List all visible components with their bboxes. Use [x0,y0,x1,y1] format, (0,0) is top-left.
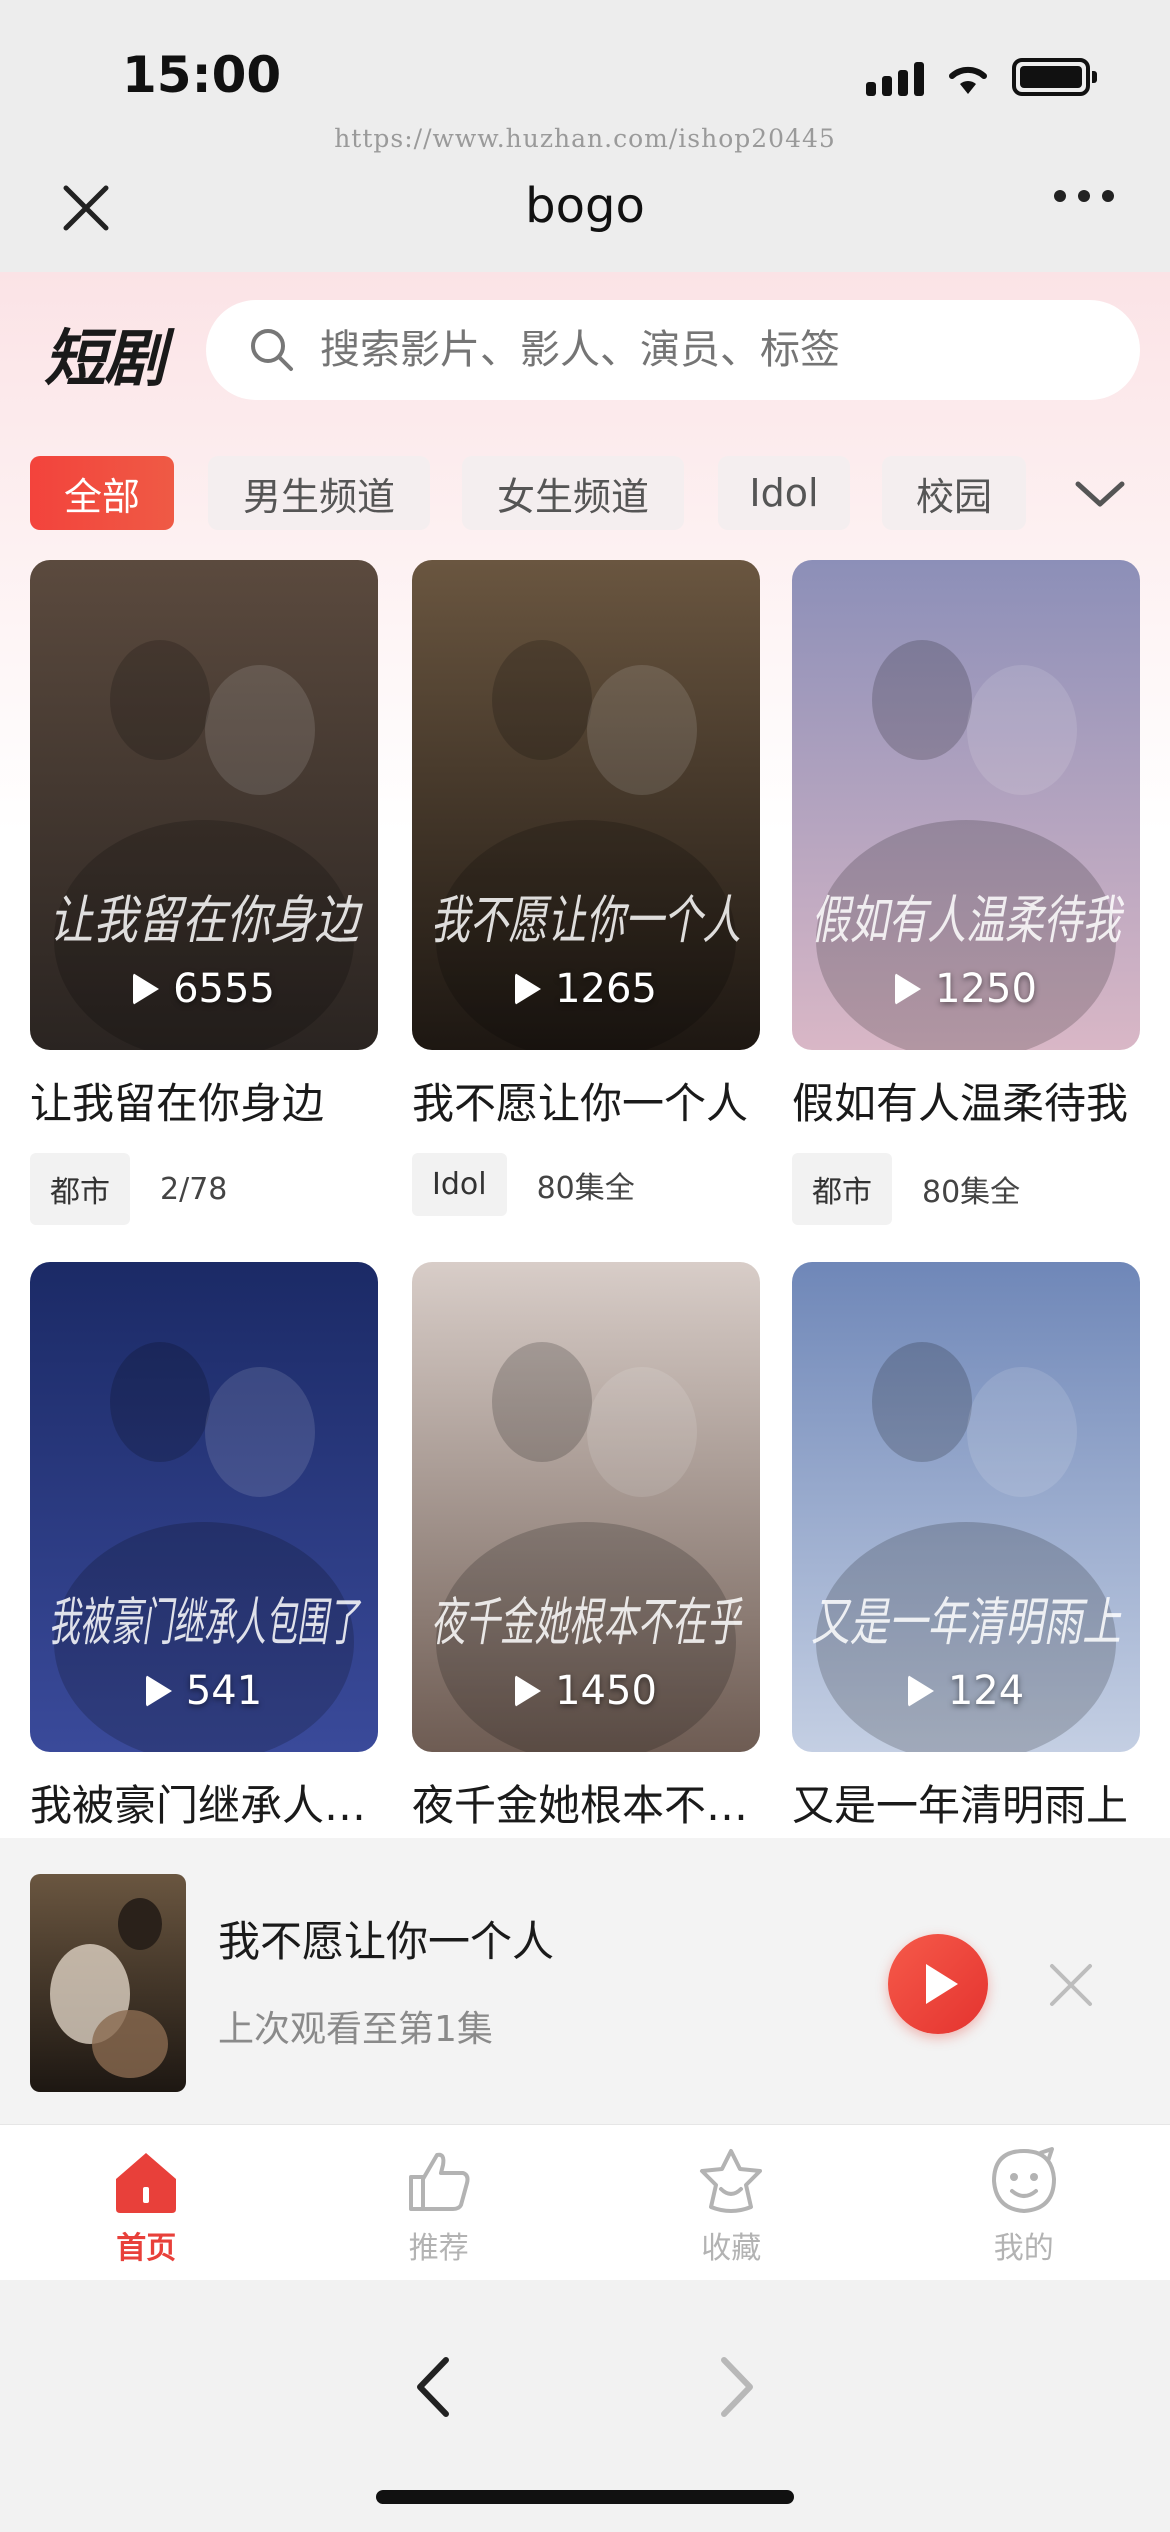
tab-mine[interactable]: 我的 [878,2125,1170,2280]
forward-arrow-icon[interactable] [706,2350,766,2424]
poster-title-art: 又是一年清明雨上 [811,1593,1122,1653]
drama-title: 让我留在你身边 [30,1079,325,1128]
drama-card[interactable]: 我被豪门继承人包围了 541 我被豪门继承人包围了 [30,1262,378,1833]
play-count: 1265 [412,966,760,1012]
play-count: 1250 [792,966,1140,1012]
page-title: bogo [525,178,645,234]
play-icon [145,1675,172,1707]
drama-card[interactable]: 夜千金她根本不在乎 1450 夜千金她根本不在乎 [412,1262,760,1833]
drama-poster[interactable]: 让我留在你身边 6555 [30,560,378,1050]
play-count-value: 1265 [555,966,657,1012]
battery-icon [1012,58,1097,96]
poster-title-art: 我不愿让你一个人 [431,891,741,951]
drama-card[interactable]: 让我留在你身边 6555 让我留在你身边都市 2/78 [30,560,378,1225]
search-input[interactable] [320,327,1080,373]
episode-count: 80集全 [922,1175,1021,1210]
continue-watching-progress: 上次观看至第1集 [218,2009,493,2050]
drama-poster[interactable]: 我被豪门继承人包围了 541 [30,1262,378,1752]
drama-title: 我被豪门继承人包围了 [30,1781,378,1830]
tab-label: 首页 [116,2231,177,2266]
tab-label: 推荐 [408,2231,469,2266]
play-count-value: 6555 [173,966,275,1012]
category-chips: 全部 男生频道 女生频道 Idol 校园 [30,456,1140,530]
chip-idol[interactable]: Idol [718,456,850,530]
play-count-value: 1450 [555,1668,657,1714]
drama-card[interactable]: 又是一年清明雨上 124 又是一年清明雨上 [792,1262,1140,1833]
home-icon [116,2153,177,2213]
play-count-value: 541 [185,1668,263,1714]
poster-title-art: 夜千金她根本不在乎 [431,1593,743,1653]
drama-poster[interactable]: 假如有人温柔待我 1250 [792,560,1140,1050]
drama-title: 夜千金她根本不在乎 [412,1781,760,1830]
status-icons [866,58,1097,96]
poster-title-art: 假如有人温柔待我 [811,891,1125,951]
more-menu-icon[interactable] [1054,190,1114,202]
continue-watching-thumbnail[interactable] [30,1874,186,2092]
poster-title-art: 我被豪门继承人包围了 [49,1593,361,1653]
play-count-value: 1250 [935,966,1037,1012]
drama-card[interactable]: 假如有人温柔待我 1250 假如有人温柔待我都市 80集全 [792,560,1140,1225]
drama-meta: 都市 2/78 [30,1153,378,1225]
browser-toolbar [0,2280,1170,2532]
continue-watching-title: 我不愿让你一个人 [218,1917,555,1966]
star-face-icon [700,2149,763,2213]
drama-title: 假如有人温柔待我 [792,1079,1129,1128]
browser-nav-bar: bogo [0,160,1170,272]
genre-tag: 都市 [792,1153,892,1225]
search-bar[interactable] [206,300,1140,400]
play-count: 541 [30,1668,378,1714]
chip-male-channel[interactable]: 男生频道 [208,456,430,530]
play-count: 6555 [30,966,378,1012]
play-icon [515,973,542,1005]
chevron-down-icon[interactable] [1070,464,1130,524]
play-icon [926,1964,958,2004]
poster-title-art: 让我留在你身边 [49,891,363,951]
cellular-signal-icon [866,62,924,96]
play-icon [515,1675,542,1707]
tab-favorites[interactable]: 收藏 [585,2125,878,2280]
chip-campus[interactable]: 校园 [882,456,1026,530]
brand-logo: 短剧 [44,322,166,395]
play-icon [895,973,922,1005]
chip-all[interactable]: 全部 [30,456,174,530]
url-watermark: https://www.huzhan.com/ishop20445 [334,124,836,153]
status-bar: 15:00 https://www.huzhan.com/ishop20445 [0,0,1170,160]
drama-title: 又是一年清明雨上 [792,1781,1129,1830]
tab-label: 我的 [993,2231,1054,2266]
bottom-tab-bar: 首页 推荐 收藏 我的 [0,2124,1170,2280]
drama-poster[interactable]: 夜千金她根本不在乎 1450 [412,1262,760,1752]
status-time: 15:00 [122,46,282,104]
drama-poster[interactable]: 又是一年清明雨上 124 [792,1262,1140,1752]
home-indicator [376,2490,794,2504]
drama-title: 我不愿让你一个人 [412,1079,749,1128]
close-icon[interactable] [1046,1960,1096,2010]
search-icon [251,329,293,371]
play-count-value: 124 [947,1668,1025,1714]
thumbs-up-icon [408,2152,470,2211]
tab-recommend[interactable]: 推荐 [293,2125,586,2280]
tab-label: 收藏 [701,2231,762,2266]
continue-watching-bar[interactable]: 我不愿让你一个人 上次观看至第1集 [0,1838,1170,2124]
tab-home[interactable]: 首页 [0,2125,293,2280]
wifi-icon [949,66,987,94]
episode-count: 80集全 [536,1170,635,1206]
play-icon [907,1675,934,1707]
chip-female-channel[interactable]: 女生频道 [462,456,684,530]
genre-tag: 都市 [30,1153,130,1225]
genre-tag: Idol [412,1153,507,1216]
smile-face-icon [991,2147,1056,2213]
play-icon [133,973,160,1005]
drama-poster[interactable]: 我不愿让你一个人 1265 [412,560,760,1050]
play-count: 124 [792,1668,1140,1714]
back-arrow-icon[interactable] [404,2350,464,2424]
drama-meta: 都市 80集全 [792,1153,1140,1225]
play-count: 1450 [412,1668,760,1714]
drama-card[interactable]: 我不愿让你一个人 1265 我不愿让你一个人 Idol 80集全 [412,560,760,1216]
drama-meta: Idol 80集全 [412,1153,760,1216]
resume-play-button[interactable] [888,1934,988,2034]
episode-count: 2/78 [160,1171,228,1207]
